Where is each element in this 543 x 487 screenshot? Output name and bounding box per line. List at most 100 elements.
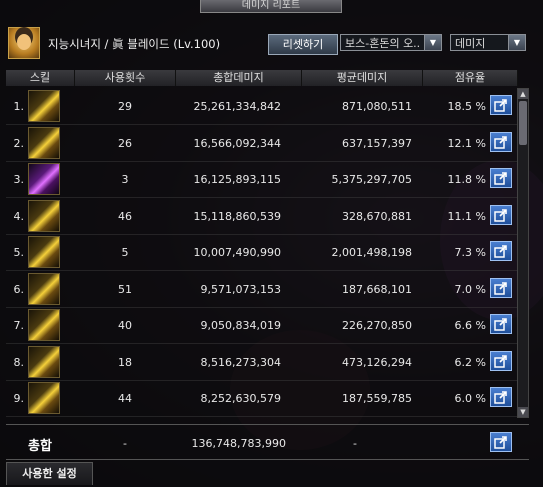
avg-damage: 871,080,511 (342, 100, 412, 113)
share-icon (494, 99, 507, 112)
scrollbar[interactable]: ▲ ▼ (517, 88, 529, 418)
row-index: 2. (13, 136, 25, 150)
total-damage: 10,007,490,990 (193, 246, 281, 259)
avg-damage: 187,668,101 (342, 282, 412, 296)
row-index: 3. (13, 173, 25, 186)
col-skill[interactable]: 스킬 (6, 70, 75, 86)
use-count: 26 (118, 136, 132, 150)
skill-icon (28, 236, 60, 268)
table-row: 2. 26 16,566,092,344 637,157,397 12.1 % (6, 125, 517, 162)
metric-select[interactable]: 데미지 ▼ (450, 34, 526, 51)
use-count: 44 (118, 392, 132, 405)
total-damage: 16,125,893,115 (193, 173, 281, 186)
avg-damage: 473,126,294 (342, 355, 412, 369)
chevron-down-icon: ▼ (424, 35, 441, 50)
use-count: 46 (118, 209, 132, 223)
share-icon (494, 436, 507, 449)
share-button[interactable] (490, 168, 512, 188)
share-icon (494, 245, 507, 258)
row-index: 4. (13, 209, 25, 223)
table-row: 8. 18 8,516,273,304 473,126,294 6.2 % (6, 344, 517, 381)
use-count: 51 (118, 282, 132, 296)
share-button[interactable] (490, 350, 512, 371)
share-percent: 6.6 % (454, 319, 486, 332)
use-count: 3 (121, 173, 129, 186)
use-count: 5 (121, 246, 129, 259)
col-count[interactable]: 사용횟수 (75, 70, 176, 86)
damage-report-panel: 데미지 리포트 지능시녀지 / 眞 블레이드 (Lv.100) 리셋하기 보스-… (0, 0, 543, 487)
col-share[interactable]: 점유율 (423, 70, 518, 86)
use-count: 40 (118, 319, 132, 332)
col-avg[interactable]: 평균데미지 (302, 70, 423, 86)
summary-row: 총합 - 136,748,783,990 - (6, 424, 529, 460)
share-button[interactable] (490, 241, 512, 261)
table-row: 9. 44 8,252,630,579 187,559,785 6.0 % (6, 380, 517, 417)
use-count: 29 (118, 100, 132, 113)
col-total[interactable]: 총합데미지 (176, 70, 302, 86)
avg-damage: 226,270,850 (342, 319, 412, 332)
chevron-down-icon: ▼ (508, 35, 525, 50)
reset-button[interactable]: 리셋하기 (268, 34, 338, 55)
avatar (8, 27, 40, 59)
character-info: 지능시녀지 / 眞 블레이드 (Lv.100) (48, 37, 221, 51)
scroll-up-arrow-icon[interactable]: ▲ (518, 89, 528, 99)
skill-damage-list: 1. 29 25,261,334,842 871,080,511 18.5 % 2. 26 1… (6, 88, 517, 418)
avg-damage: 187,559,785 (342, 392, 412, 405)
use-count: 18 (118, 355, 132, 369)
scroll-thumb[interactable] (519, 101, 527, 145)
share-button[interactable] (490, 277, 512, 298)
share-percent: 12.1 % (447, 136, 486, 150)
row-index: 9. (13, 392, 25, 405)
window-title: 데미지 리포트 (200, 0, 342, 13)
column-headers: 스킬 사용횟수 총합데미지 평균데미지 점유율 (6, 70, 518, 86)
summary-label: 총합 (28, 439, 52, 454)
total-damage: 8,252,630,579 (200, 392, 281, 405)
share-percent: 11.8 % (447, 173, 486, 186)
share-percent: 18.5 % (447, 100, 486, 113)
share-button[interactable] (490, 204, 512, 225)
share-button[interactable] (490, 95, 512, 115)
total-damage: 16,566,092,344 (193, 136, 281, 150)
total-damage: 9,571,073,153 (200, 282, 281, 296)
dungeon-select-value: 보스-혼돈의 오.. (345, 37, 421, 50)
summary-total: 136,748,783,990 (191, 437, 286, 450)
share-percent: 6.2 % (454, 355, 486, 369)
share-icon (494, 318, 507, 331)
share-button[interactable] (490, 314, 512, 334)
table-row: 4. 46 15,118,860,539 328,670,881 11.1 % (6, 198, 517, 235)
table-row: 3. 3 16,125,893,115 5,375,297,705 11.8 % (6, 161, 517, 198)
share-percent: 6.0 % (454, 392, 486, 405)
avg-damage: 328,670,881 (342, 209, 412, 223)
avg-damage: 5,375,297,705 (331, 173, 412, 186)
avatar-face (17, 34, 31, 50)
skill-icon (28, 199, 60, 232)
scroll-down-arrow-icon[interactable]: ▼ (518, 407, 528, 417)
total-damage: 9,050,834,019 (200, 319, 281, 332)
skill-icon (28, 163, 60, 195)
tab-used-settings[interactable]: 사용한 설정 (6, 462, 93, 485)
skill-icon (28, 272, 60, 305)
skill-icon (28, 382, 60, 414)
table-row: 7. 40 9,050,834,019 226,270,850 6.6 % (6, 307, 517, 344)
total-damage: 15,118,860,539 (193, 209, 281, 223)
total-damage: 25,261,334,842 (193, 100, 281, 113)
skill-icon (28, 126, 60, 159)
table-row: 5. 5 10,007,490,990 2,001,498,198 7.3 % (6, 234, 517, 271)
share-icon (494, 172, 507, 185)
share-icon (494, 391, 507, 404)
row-index: 7. (13, 319, 25, 332)
dungeon-select[interactable]: 보스-혼돈의 오.. ▼ (340, 34, 442, 51)
avg-damage: 637,157,397 (342, 136, 412, 150)
row-index: 6. (13, 282, 25, 296)
skill-icon (28, 90, 60, 122)
share-icon (494, 208, 507, 222)
metric-select-value: 데미지 (455, 37, 486, 50)
table-row: 1. 29 25,261,334,842 871,080,511 18.5 % (6, 88, 517, 125)
skill-icon (28, 345, 60, 378)
share-button[interactable] (490, 131, 512, 152)
row-index: 1. (13, 100, 25, 113)
summary-share-button[interactable] (490, 432, 512, 452)
share-button[interactable] (490, 387, 512, 407)
skill-icon (28, 309, 60, 341)
summary-avg: - (353, 437, 357, 450)
